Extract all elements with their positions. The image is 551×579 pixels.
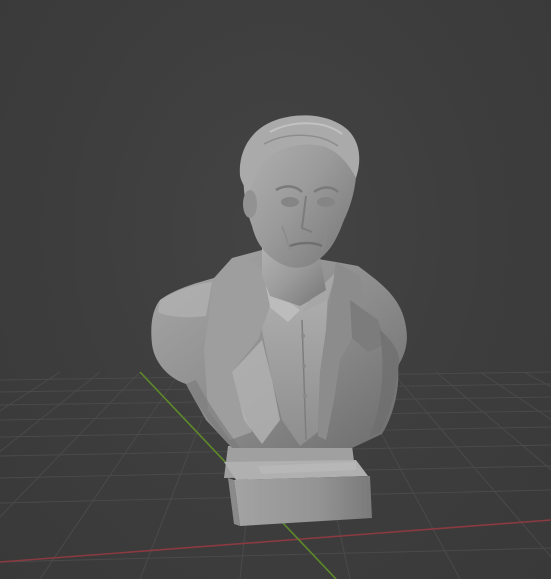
pedestal xyxy=(224,446,372,526)
ear xyxy=(243,190,257,218)
3d-viewport[interactable] xyxy=(0,0,551,579)
sculpted-bust[interactable] xyxy=(151,115,407,526)
viewport-canvas[interactable] xyxy=(0,0,551,579)
x-axis-line xyxy=(0,519,551,563)
